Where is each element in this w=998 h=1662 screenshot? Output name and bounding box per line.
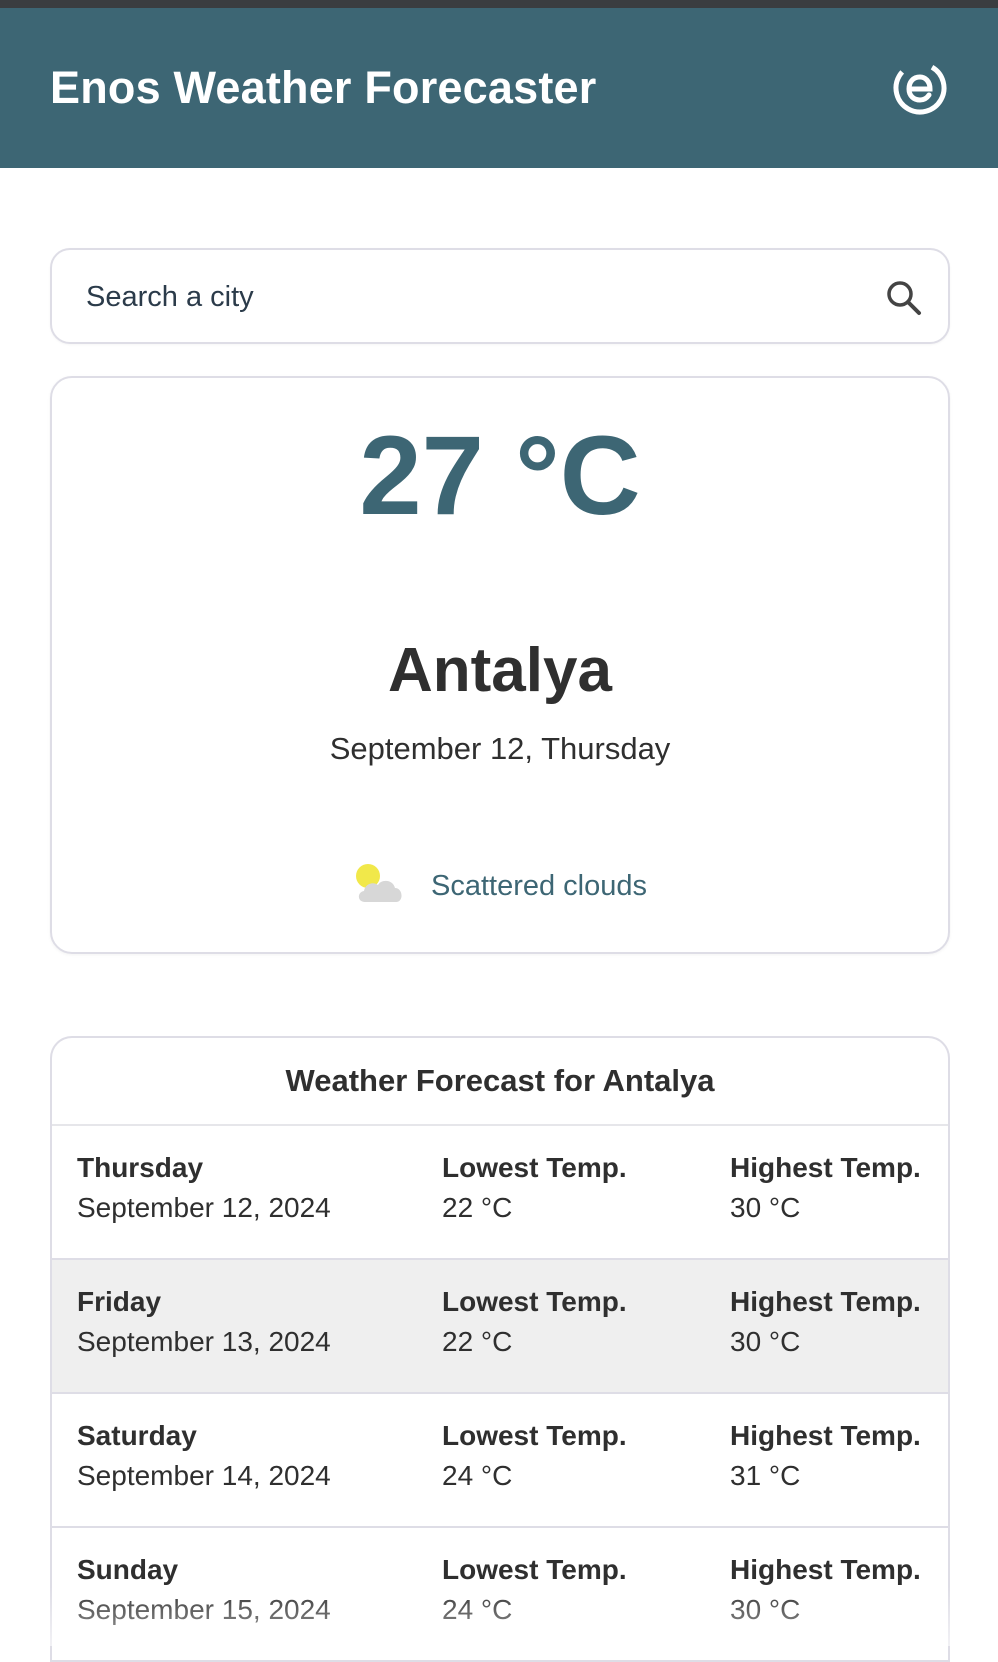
lowest-temp-value: 22 °C (442, 1192, 513, 1223)
forecast-high-cell: Highest Temp. 30 °C (730, 1556, 921, 1624)
forecast-day-cell: Sunday September 15, 2024 (77, 1556, 331, 1624)
highest-temp-label: Highest Temp. (730, 1420, 921, 1451)
forecast-date: September 14, 2024 (77, 1460, 331, 1491)
forecast-high-cell: Highest Temp. 30 °C (730, 1288, 921, 1356)
current-date: September 12, Thursday (329, 731, 671, 766)
lowest-temp-label: Lowest Temp. (442, 1286, 627, 1317)
lowest-temp-value: 24 °C (442, 1594, 513, 1625)
forecast-date: September 13, 2024 (77, 1326, 331, 1357)
city-name: Antalya (388, 636, 612, 705)
forecast-day: Saturday (77, 1420, 197, 1451)
forecast-day: Friday (77, 1286, 162, 1317)
highest-temp-value: 30 °C (730, 1594, 801, 1625)
app-title: Enos Weather Forecaster (50, 62, 597, 113)
enos-logo-icon[interactable] (892, 60, 948, 116)
forecast-row: Sunday September 15, 2024 Lowest Temp. 2… (52, 1528, 948, 1662)
forecast-title: Weather Forecast for Antalya (52, 1038, 948, 1126)
forecast-day: Thursday (77, 1152, 204, 1183)
forecast-row: Saturday September 14, 2024 Lowest Temp.… (52, 1394, 948, 1528)
search-box (50, 248, 950, 344)
forecast-low-cell: Lowest Temp. 22 °C (442, 1288, 627, 1356)
forecast-day-cell: Thursday September 12, 2024 (77, 1154, 331, 1222)
forecast-date: September 15, 2024 (77, 1594, 331, 1625)
search-icon[interactable] (882, 276, 926, 320)
forecast-high-cell: Highest Temp. 30 °C (730, 1154, 921, 1222)
highest-temp-value: 30 °C (730, 1326, 801, 1357)
forecast-table: Weather Forecast for Antalya Thursday Se… (50, 1036, 950, 1662)
lowest-temp-label: Lowest Temp. (442, 1554, 627, 1585)
condition-text: Scattered clouds (430, 870, 647, 902)
forecast-day-cell: Saturday September 14, 2024 (77, 1422, 331, 1490)
forecast-high-cell: Highest Temp. 31 °C (730, 1422, 921, 1490)
current-temperature: 27 °C (359, 413, 641, 538)
forecast-date: September 12, 2024 (77, 1192, 331, 1223)
highest-temp-label: Highest Temp. (730, 1554, 921, 1585)
forecast-row: Friday September 13, 2024 Lowest Temp. 2… (52, 1260, 948, 1394)
lowest-temp-value: 24 °C (442, 1460, 513, 1491)
forecast-low-cell: Lowest Temp. 22 °C (442, 1154, 627, 1222)
highest-temp-value: 30 °C (730, 1192, 801, 1223)
lowest-temp-label: Lowest Temp. (442, 1152, 627, 1183)
app-header: Enos Weather Forecaster (0, 8, 998, 168)
highest-temp-label: Highest Temp. (730, 1286, 921, 1317)
forecast-low-cell: Lowest Temp. 24 °C (442, 1556, 627, 1624)
main-content: 27 °C Antalya September 12, Thursday Sca… (50, 248, 950, 1662)
lowest-temp-label: Lowest Temp. (442, 1420, 627, 1451)
forecast-low-cell: Lowest Temp. 24 °C (442, 1422, 627, 1490)
window-top-bar (0, 0, 998, 8)
partly-cloudy-icon (353, 862, 407, 911)
forecast-row: Thursday September 12, 2024 Lowest Temp.… (52, 1126, 948, 1260)
forecast-day: Sunday (77, 1554, 179, 1585)
current-weather-card: 27 °C Antalya September 12, Thursday Sca… (50, 376, 950, 954)
highest-temp-label: Highest Temp. (730, 1152, 921, 1183)
search-input[interactable] (84, 272, 848, 322)
highest-temp-value: 31 °C (730, 1460, 801, 1491)
lowest-temp-value: 22 °C (442, 1326, 513, 1357)
forecast-day-cell: Friday September 13, 2024 (77, 1288, 331, 1356)
weather-condition: Scattered clouds (52, 862, 948, 911)
